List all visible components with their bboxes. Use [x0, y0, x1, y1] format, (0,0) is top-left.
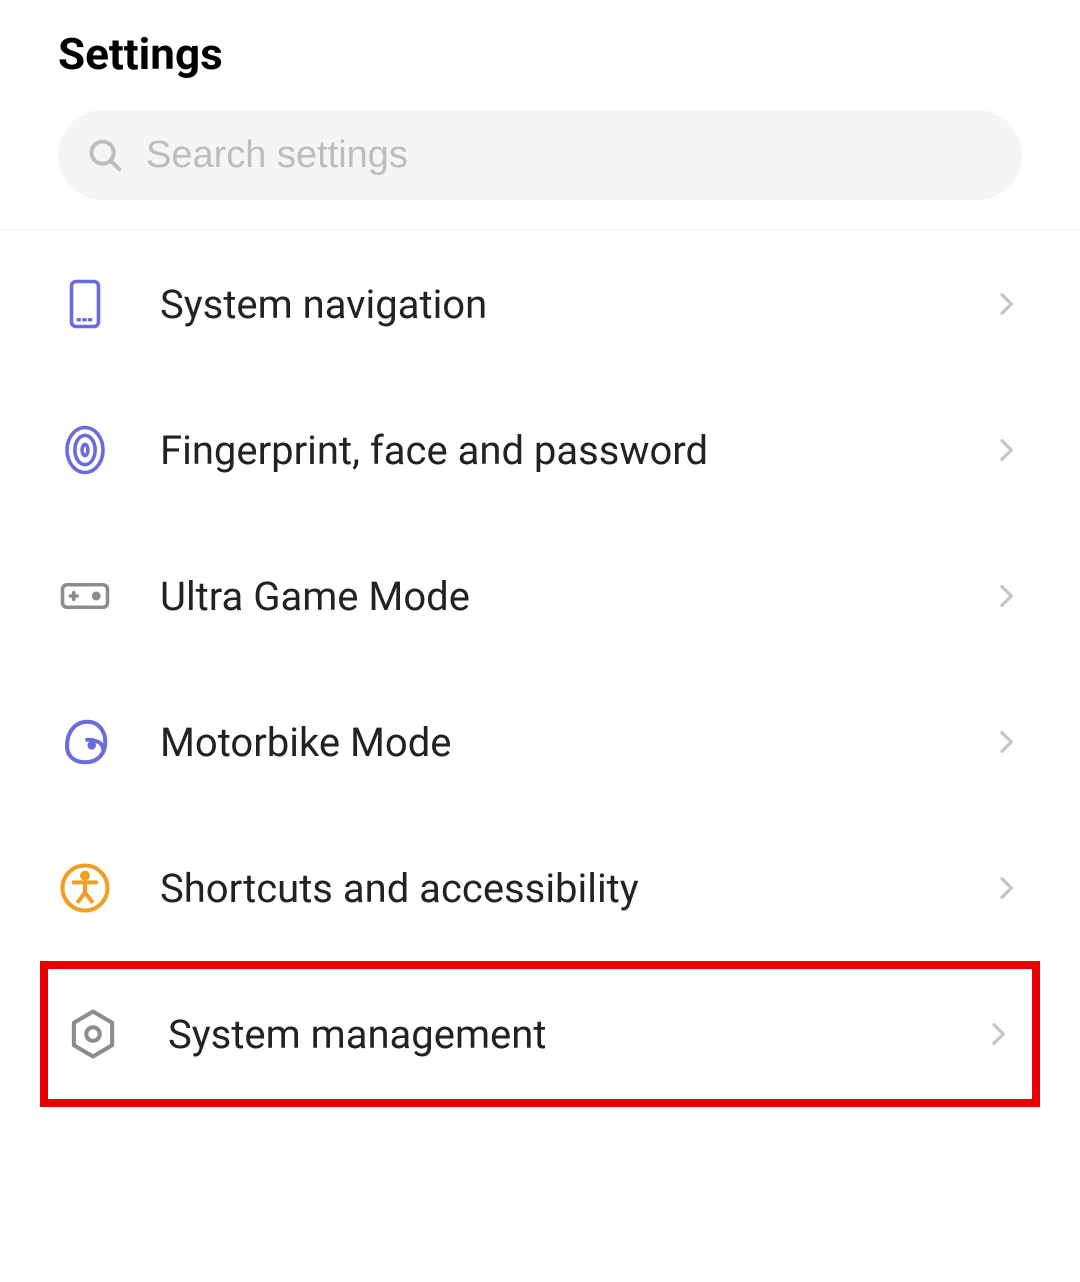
settings-list: System navigation Fingerprint, face and … — [0, 231, 1080, 1107]
item-label: System management — [168, 1011, 982, 1058]
chevron-right-icon — [990, 434, 1022, 466]
chevron-right-icon — [990, 872, 1022, 904]
search-container — [0, 110, 1080, 230]
settings-item-system-management[interactable]: System management — [40, 961, 1040, 1107]
search-icon — [86, 136, 124, 174]
accessibility-icon — [58, 861, 112, 915]
settings-item-system-navigation[interactable]: System navigation — [0, 231, 1080, 377]
fingerprint-icon — [58, 423, 112, 477]
gear-hex-icon — [66, 1007, 120, 1061]
phone-icon — [58, 277, 112, 331]
item-label: Ultra Game Mode — [160, 573, 990, 620]
search-bar[interactable] — [58, 110, 1022, 200]
chevron-right-icon — [990, 580, 1022, 612]
item-label: Shortcuts and accessibility — [160, 865, 990, 912]
chevron-right-icon — [982, 1018, 1014, 1050]
settings-item-fingerprint[interactable]: Fingerprint, face and password — [0, 377, 1080, 523]
settings-item-ultra-game-mode[interactable]: Ultra Game Mode — [0, 523, 1080, 669]
helmet-icon — [58, 715, 112, 769]
item-label: Fingerprint, face and password — [160, 427, 990, 474]
item-label: System navigation — [160, 281, 990, 328]
chevron-right-icon — [990, 288, 1022, 320]
gamepad-icon — [58, 569, 112, 623]
settings-item-motorbike-mode[interactable]: Motorbike Mode — [0, 669, 1080, 815]
chevron-right-icon — [990, 726, 1022, 758]
settings-item-accessibility[interactable]: Shortcuts and accessibility — [0, 815, 1080, 961]
page-title: Settings — [58, 28, 1022, 80]
header: Settings — [0, 0, 1080, 110]
item-label: Motorbike Mode — [160, 719, 990, 766]
search-input[interactable] — [146, 134, 994, 177]
